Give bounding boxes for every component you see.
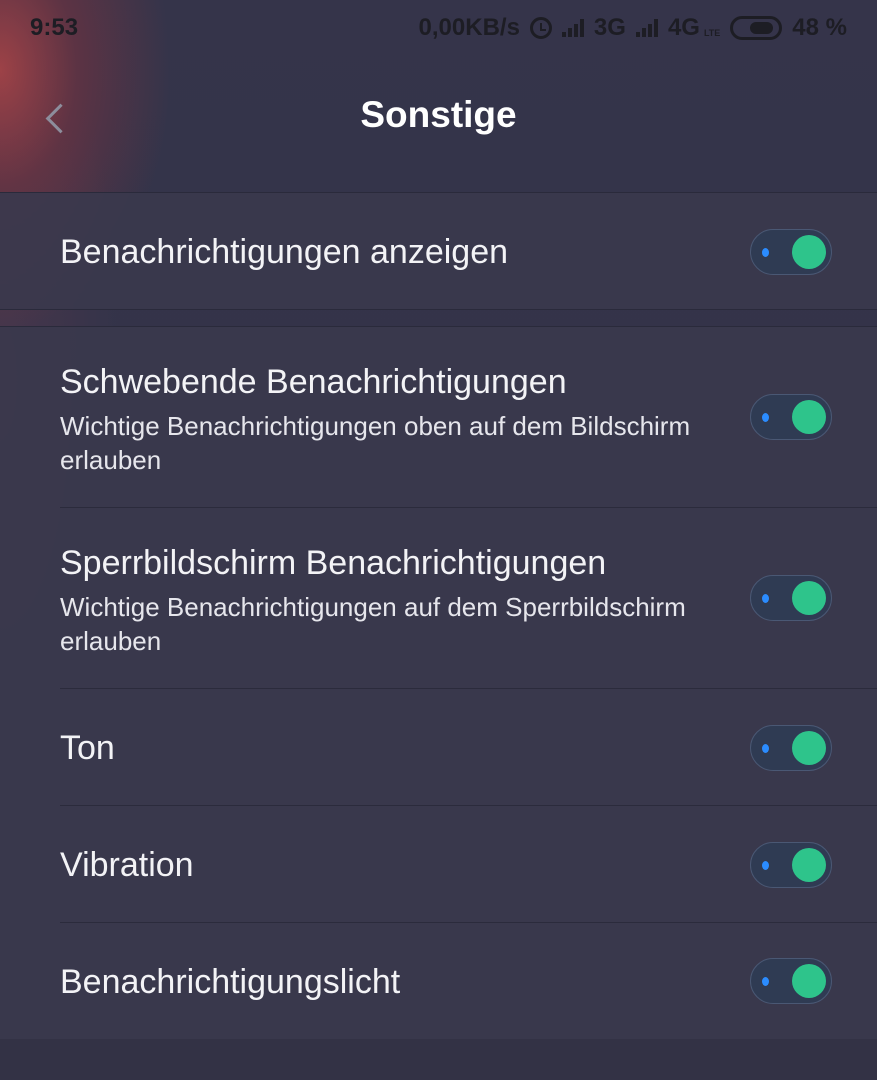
settings-group-secondary: Schwebende Benachrichtigungen Wichtige B… [0, 326, 877, 1040]
alarm-icon [529, 17, 552, 39]
toggle-indicator-dot [762, 744, 769, 753]
toggle-indicator-dot [762, 413, 769, 422]
vibration-toggle[interactable] [750, 842, 832, 888]
sim2-network-sub: LTE [703, 28, 721, 38]
toggle-indicator-dot [762, 594, 769, 603]
setting-title: Ton [60, 729, 115, 767]
setting-row-floating-notifications[interactable]: Schwebende Benachrichtigungen Wichtige B… [0, 327, 877, 508]
toggle-knob [792, 581, 826, 615]
signal-icon [561, 19, 584, 37]
toggle-knob [792, 848, 826, 882]
setting-row-vibration[interactable]: Vibration [0, 806, 877, 923]
toggle-knob [792, 731, 826, 765]
setting-title: Schwebende Benachrichtigungen [60, 363, 567, 401]
setting-subtitle: Wichtige Benachrichtigungen auf dem Sper… [60, 592, 686, 656]
toggle-knob [792, 235, 826, 269]
page-title: Sonstige [360, 94, 517, 135]
setting-row-notification-light[interactable]: Benachrichtigungslicht [0, 923, 877, 1039]
setting-title: Benachrichtigungslicht [60, 963, 401, 1001]
signal-icon [635, 19, 658, 37]
toggle-indicator-dot [762, 861, 769, 870]
toggle-indicator-dot [762, 248, 769, 257]
bottom-area [0, 1039, 877, 1080]
network-speed: 0,00KB/s [418, 14, 520, 41]
setting-row-lockscreen-notifications[interactable]: Sperrbildschirm Benachrichtigungen Wicht… [0, 508, 877, 689]
sim2-network-type: 4G [667, 14, 700, 41]
battery-percent: 48 % [792, 14, 847, 41]
setting-subtitle: Wichtige Benachrichtigungen oben auf dem… [60, 411, 691, 475]
title-bar: Sonstige [0, 56, 877, 193]
setting-title: Sperrbildschirm Benachrichtigungen [60, 544, 607, 582]
setting-title: Benachrichtigungen anzeigen [60, 233, 509, 271]
status-time: 9:53 [30, 14, 79, 41]
show-notifications-toggle[interactable] [750, 229, 832, 275]
toggle-knob [792, 400, 826, 434]
toggle-indicator-dot [762, 977, 769, 986]
settings-group-primary: Benachrichtigungen anzeigen [0, 193, 877, 310]
setting-row-show-notifications[interactable]: Benachrichtigungen anzeigen [0, 193, 877, 309]
floating-notifications-toggle[interactable] [750, 394, 832, 440]
notification-light-toggle[interactable] [750, 958, 832, 1004]
status-bar: 9:53 0,00KB/s 3G 4G LTE 48 % [0, 0, 877, 56]
battery-icon [730, 16, 783, 40]
lockscreen-notifications-toggle[interactable] [750, 575, 832, 621]
sim1-network-type: 3G [593, 14, 626, 41]
setting-title: Vibration [60, 846, 194, 884]
sound-toggle[interactable] [750, 725, 832, 771]
toggle-knob [792, 964, 826, 998]
setting-row-sound[interactable]: Ton [0, 689, 877, 806]
